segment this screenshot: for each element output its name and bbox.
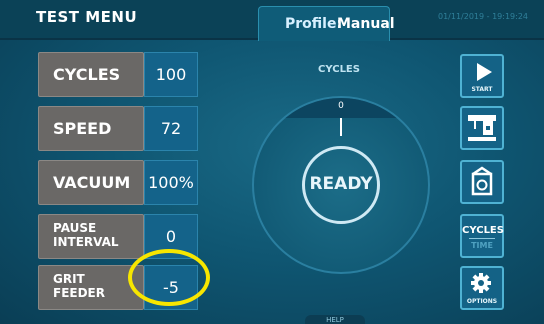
options-label: OPTIONS <box>466 298 498 305</box>
machine-icon <box>468 115 496 141</box>
param-row-vacuum: VACUUM 100% <box>38 160 198 205</box>
datetime-display: 01/11/2019 - 19:19:24 <box>438 12 529 21</box>
cycles-value: 100 <box>155 65 187 84</box>
screen: TEST MENU Profile: Manual 01/11/2019 - 1… <box>0 0 544 324</box>
cycle-dial: 0 READY <box>252 96 430 274</box>
start-button[interactable]: START <box>460 54 504 98</box>
grit-feeder-label-line2: FEEDER <box>53 286 105 300</box>
vacuum-label: VACUUM <box>53 173 131 192</box>
page-title: TEST MENU <box>36 8 138 26</box>
dial-needle <box>340 118 342 136</box>
cycles-label-button[interactable]: CYCLES <box>38 52 144 97</box>
cycles-toggle-label: CYCLES <box>462 225 504 236</box>
pause-interval-label-button[interactable]: PAUSE INTERVAL <box>38 214 144 259</box>
vacuum-value-field[interactable]: 100% <box>144 160 198 205</box>
top-bar: TEST MENU Profile: Manual 01/11/2019 - 1… <box>0 0 544 41</box>
cycles-value-field[interactable]: 100 <box>144 52 198 97</box>
speed-label-button[interactable]: SPEED <box>38 106 144 151</box>
gear-icon <box>471 273 491 293</box>
vacuum-label-button[interactable]: VACUUM <box>38 160 144 205</box>
dial-zero-label: 0 <box>338 101 344 111</box>
param-row-speed: SPEED 72 <box>38 106 198 151</box>
vacuum-value: 100% <box>148 173 194 192</box>
dial-band: 0 <box>254 98 428 118</box>
help-label: HELP <box>326 316 344 324</box>
help-tab[interactable]: HELP <box>305 315 365 324</box>
cycles-time-toggle[interactable]: CYCLES TIME <box>460 214 504 258</box>
machine-button[interactable] <box>460 106 504 150</box>
pause-interval-value: 0 <box>165 227 177 246</box>
cycles-label: CYCLES <box>53 65 121 84</box>
profile-tab[interactable]: Profile: Manual <box>258 6 395 41</box>
profile-label: Profile: <box>285 16 343 32</box>
pause-interval-label: PAUSE INTERVAL <box>53 221 119 249</box>
time-toggle-label: TIME <box>471 241 493 250</box>
grit-feeder-label-line1: GRIT <box>53 272 85 286</box>
speed-value-field[interactable]: 72 <box>144 106 198 151</box>
start-label: START <box>471 86 493 93</box>
chamber-button[interactable] <box>460 160 504 204</box>
play-icon <box>477 63 492 81</box>
status-text: READY <box>309 174 373 194</box>
chamber-icon <box>471 166 493 196</box>
pause-interval-label-line2: INTERVAL <box>53 235 119 249</box>
options-button[interactable]: OPTIONS <box>460 266 504 310</box>
dial-caption: CYCLES <box>318 64 360 75</box>
param-row-cycles: CYCLES 100 <box>38 52 198 97</box>
profile-value: Manual <box>337 16 395 32</box>
speed-value: 72 <box>160 119 182 138</box>
grit-feeder-label: GRIT FEEDER <box>53 272 105 300</box>
highlight-circle <box>128 249 210 306</box>
speed-label: SPEED <box>53 119 112 138</box>
pause-interval-label-line1: PAUSE <box>53 221 97 235</box>
toggle-divider <box>469 238 495 239</box>
